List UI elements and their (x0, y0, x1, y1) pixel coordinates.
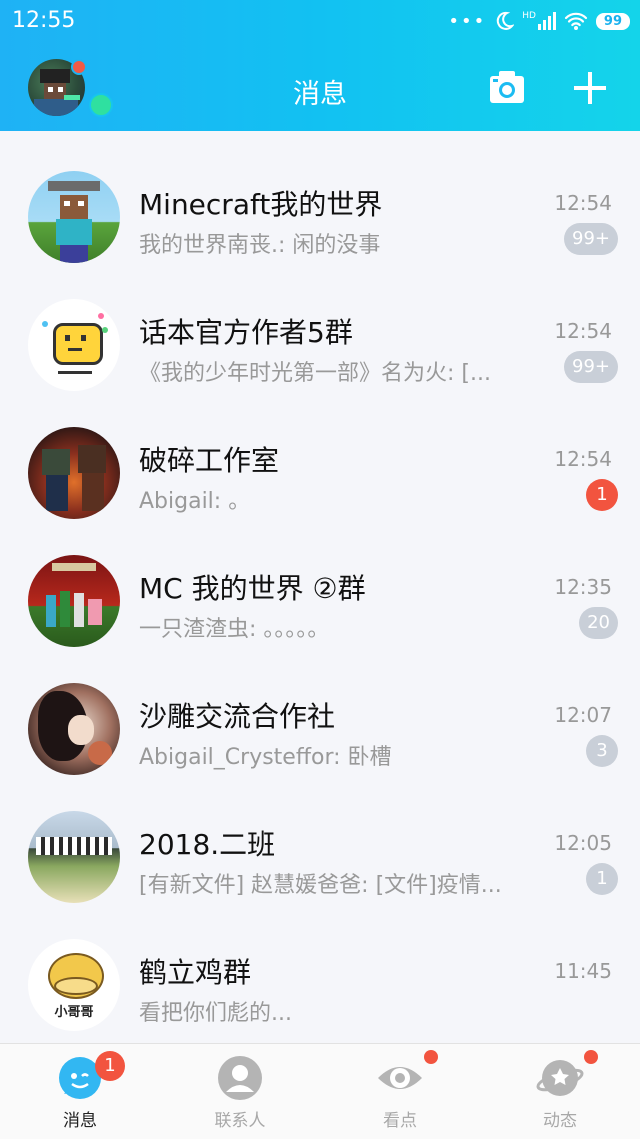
conversation-name: 话本官方作者5群 (139, 316, 353, 349)
more-dots-icon: ••• (448, 10, 487, 32)
conversation-preview: 《我的少年时光第一部》名为火: [... (139, 361, 491, 386)
status-bar: 12:55 ••• HD 99 (0, 0, 640, 44)
tab-label: 消息 (63, 1111, 97, 1131)
contacts-person-icon (218, 1056, 262, 1100)
camera-icon[interactable] (489, 70, 525, 104)
unread-badge: 1 (586, 479, 618, 511)
conversation-name: 鹤立鸡群 (139, 956, 252, 989)
conversation-time: 12:54 (554, 319, 612, 343)
conversation-time: 12:35 (554, 575, 612, 599)
eye-icon (378, 1067, 422, 1089)
page-title: 消息 (293, 79, 347, 110)
group-avatar-posui (28, 427, 120, 519)
group-avatar-minecraft (28, 171, 120, 263)
conversation-row[interactable]: 2018.二班 [有新文件] 赵慧媛爸爸: [文件]疫情... 12:05 1 (0, 771, 640, 903)
unread-badge: 99+ (564, 351, 618, 383)
conversation-list: Minecraft我的世界 我的世界南丧.: 闲的没事 12:54 99+ 话本… (0, 131, 640, 1031)
conversation-row[interactable]: 话本官方作者5群 《我的少年时光第一部》名为火: [... 12:54 99+ (0, 259, 640, 391)
conversation-name: 破碎工作室 (139, 444, 280, 477)
tab-feed[interactable]: 动态 (480, 1044, 640, 1139)
conversation-row[interactable]: 破碎工作室 Abigail: 。 12:54 1 (0, 387, 640, 519)
status-icons: ••• HD 99 (448, 8, 630, 34)
unread-badge: 3 (586, 735, 618, 767)
group-avatar-huaben (28, 299, 120, 391)
unread-badge: 99+ (564, 223, 618, 255)
conversation-time: 12:54 (554, 447, 612, 471)
signal-icon: HD (522, 12, 556, 30)
tab-label: 联系人 (214, 1111, 266, 1131)
conversation-time: 12:54 (554, 191, 612, 215)
conversation-preview: Abigail_Crysteffor: 卧槽 (139, 745, 392, 770)
conversation-preview: Abigail: 。 (139, 489, 251, 514)
avatar-caption: 小哥哥 (54, 1005, 94, 1020)
conversation-row[interactable]: Minecraft我的世界 我的世界南丧.: 闲的没事 12:54 99+ (0, 131, 640, 263)
status-time: 12:55 (12, 8, 76, 33)
tab-label: 看点 (383, 1111, 417, 1131)
conversation-row[interactable]: MC 我的世界 ②群 一只渣渣虫: 。。。。。 12:35 20 (0, 515, 640, 647)
conversation-time: 11:45 (554, 959, 612, 983)
header-bar: 12:55 ••• HD 99 消息 (0, 0, 640, 131)
conversation-preview: 看把你们彪的... (139, 1001, 292, 1026)
conversation-preview: 一只渣渣虫: 。。。。。 (139, 617, 330, 642)
wifi-icon (564, 12, 588, 30)
conversation-name: Minecraft我的世界 (139, 188, 383, 221)
conversation-name: 沙雕交流合作社 (139, 700, 336, 733)
feed-notification-dot (584, 1050, 598, 1064)
messages-unread-badge: 1 (95, 1051, 125, 1081)
battery-level: 99 (595, 12, 630, 30)
tab-kandian[interactable]: 看点 (320, 1044, 480, 1139)
group-avatar-mc2 (28, 555, 120, 647)
add-plus-icon[interactable] (572, 70, 608, 106)
unread-badge: 1 (586, 863, 618, 895)
group-avatar-class2018 (28, 811, 120, 903)
group-avatar-heliji: 小哥哥 (28, 939, 120, 1031)
conversation-time: 12:05 (554, 831, 612, 855)
tab-label: 动态 (543, 1111, 577, 1131)
bottom-tab-bar: 1 消息 联系人 看点 动态 (0, 1043, 640, 1139)
kandian-notification-dot (424, 1050, 438, 1064)
conversation-preview: 我的世界南丧.: 闲的没事 (139, 233, 381, 258)
conversation-row[interactable]: 沙雕交流合作社 Abigail_Crysteffor: 卧槽 12:07 3 (0, 643, 640, 775)
group-avatar-shadiao (28, 683, 120, 775)
planet-star-icon (536, 1060, 584, 1096)
conversation-name: 2018.二班 (139, 828, 276, 861)
conversation-time: 12:07 (554, 703, 612, 727)
unread-badge: 20 (579, 607, 618, 639)
moon-icon (497, 11, 515, 30)
tab-messages[interactable]: 1 消息 (0, 1044, 160, 1139)
tab-contacts[interactable]: 联系人 (160, 1044, 320, 1139)
conversation-preview: [有新文件] 赵慧媛爸爸: [文件]疫情... (139, 873, 502, 898)
conversation-row[interactable]: 小哥哥 鹤立鸡群 看把你们彪的... 11:45 (0, 899, 640, 1031)
signal-hd-label: HD (522, 11, 536, 21)
conversation-name: MC 我的世界 ②群 (139, 572, 366, 605)
